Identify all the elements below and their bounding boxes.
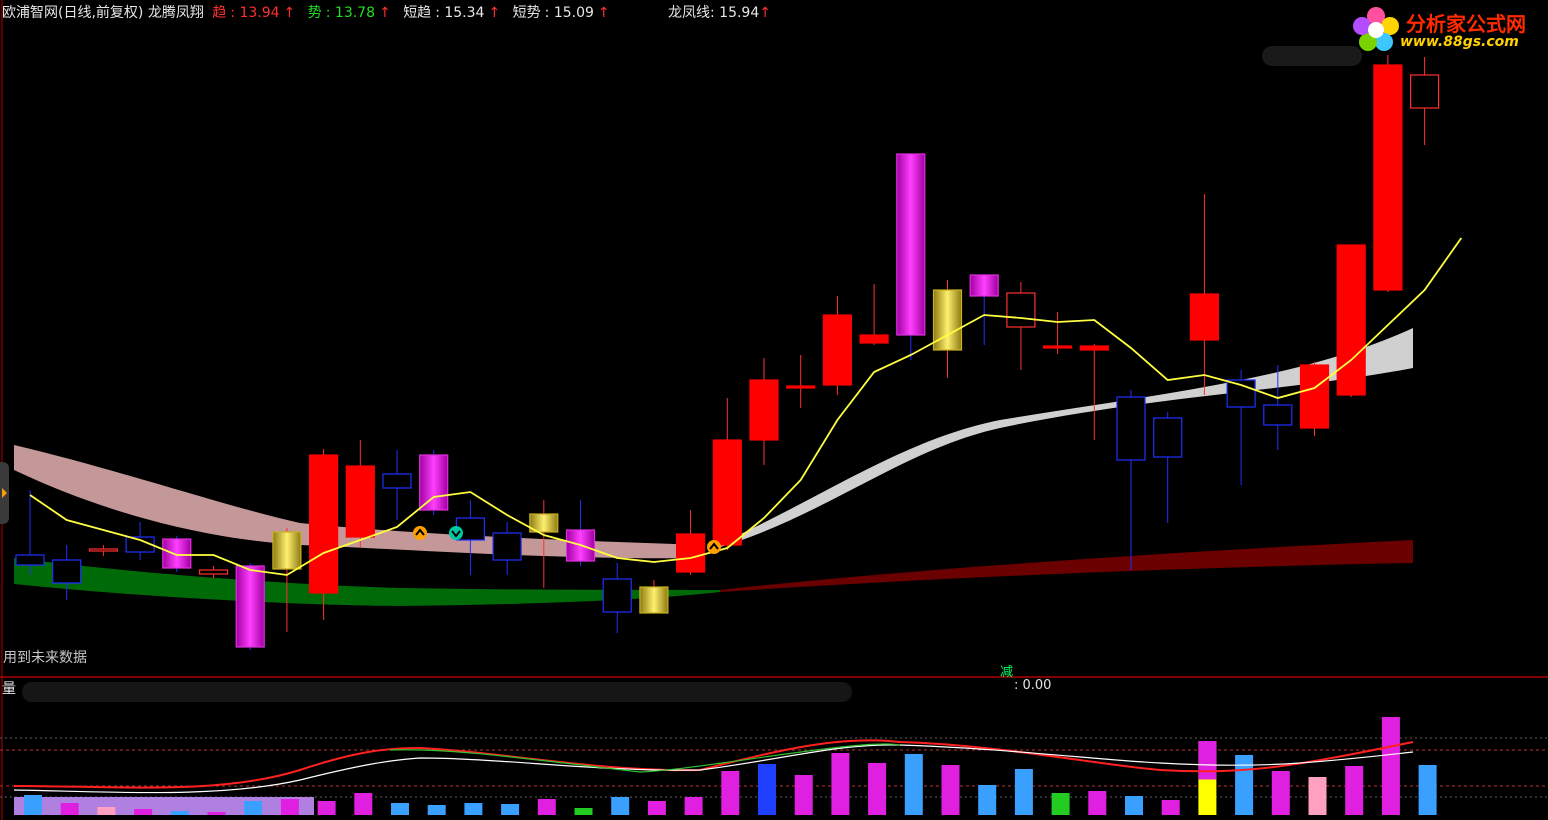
volume-bar	[354, 793, 373, 815]
blurred-label	[1262, 46, 1362, 66]
trend-band-red	[720, 540, 1413, 592]
candle-body	[1299, 364, 1330, 429]
volume-bar	[684, 797, 703, 815]
candle-body	[1409, 74, 1440, 109]
volume-bar	[537, 799, 556, 815]
volume-bar	[427, 805, 446, 815]
buy-signal-icon	[413, 526, 427, 540]
candle-body	[1373, 64, 1403, 291]
candle-body	[1263, 404, 1293, 426]
candle-body	[272, 531, 302, 570]
chart-header: 欧浦智网(日线,前复权) 龙腾凤翔 趋: 13.94 ↑ 势: 13.78 ↑ 短趋…	[2, 2, 618, 22]
candle-body	[1336, 244, 1366, 396]
side-panel-toggle[interactable]	[0, 462, 9, 524]
candle-body	[345, 465, 375, 538]
candle-body	[309, 454, 339, 594]
candle-body	[1226, 379, 1256, 408]
trend-band-pink	[14, 445, 300, 545]
volume-bar	[97, 807, 116, 815]
volume-bar	[170, 811, 189, 815]
volume-bar	[1088, 791, 1107, 815]
candle-body	[419, 454, 449, 511]
candle-body	[749, 379, 779, 441]
volume-bar	[1345, 766, 1364, 815]
candle-body	[639, 586, 669, 614]
volume-bar	[24, 795, 42, 815]
volume-bar	[941, 765, 960, 815]
volume-bar	[501, 804, 520, 815]
volume-bar	[207, 812, 226, 815]
volume-bar	[60, 803, 79, 815]
blurred-indicator-text	[22, 682, 852, 702]
candle-body	[88, 548, 119, 552]
volume-ma-green	[389, 743, 901, 773]
volume-bar	[1198, 741, 1217, 780]
indicator-momentum: 势: 13.78 ↑	[307, 5, 391, 21]
candle-body	[1153, 417, 1183, 458]
candle-body	[382, 473, 412, 489]
candle-body	[712, 439, 742, 546]
candle-body	[896, 153, 926, 336]
indicator-dragon-line: 龙凤线: 15.94↑	[668, 5, 771, 21]
candle-body	[52, 559, 82, 584]
volume-bar	[794, 775, 813, 815]
site-logo[interactable]: 分析家公式网 www.88gs.com	[1350, 4, 1540, 56]
future-data-warning: 用到未来数据	[3, 650, 87, 666]
volume-bar	[391, 803, 409, 815]
volume-bar	[1381, 717, 1400, 815]
volume-area	[14, 797, 314, 815]
indicator-short-momentum: 短势: 15.09 ↑	[512, 5, 610, 21]
volume-bar	[464, 803, 483, 815]
volume-bar	[721, 771, 740, 815]
volume-bar	[868, 763, 887, 815]
trend-band-grey	[710, 328, 1413, 550]
volume-bar	[134, 809, 153, 815]
volume-bar	[1125, 796, 1143, 815]
candle-body	[15, 554, 45, 566]
volume-bar	[758, 764, 776, 815]
candle-body	[859, 334, 889, 344]
volume-bar	[1418, 765, 1437, 815]
volume-bar	[1161, 800, 1180, 815]
volume-bar	[1051, 793, 1070, 815]
indicator-short-trend: 短趋: 15.34 ↑	[403, 5, 501, 21]
candle-body	[1079, 345, 1109, 351]
volume-bar	[280, 799, 299, 815]
candle-body	[969, 274, 999, 297]
header-title: 欧浦智网(日线,前复权) 龙腾凤翔	[2, 5, 204, 21]
candle-body	[822, 314, 853, 386]
candle-body	[602, 578, 632, 613]
candle-body	[235, 565, 265, 648]
reduce-marker: 减	[1000, 665, 1014, 680]
indicator-trend: 趋: 13.94 ↑	[212, 5, 296, 21]
candle-body	[1042, 345, 1073, 349]
volume-bar	[904, 754, 923, 815]
volume-bar	[647, 801, 666, 815]
candle-body	[1189, 293, 1220, 341]
candle-body	[1006, 292, 1036, 328]
volume-bar	[831, 753, 850, 815]
volume-bar	[978, 785, 997, 815]
volume-bar	[1014, 769, 1033, 815]
volume-bar	[1308, 777, 1327, 815]
volume-bar	[611, 797, 630, 815]
volume-bar	[317, 801, 336, 815]
sell-signal-icon	[449, 526, 463, 540]
volume-bar	[1235, 755, 1254, 815]
buy-signal-icon	[707, 540, 721, 554]
volume-bar	[244, 801, 263, 815]
volume-bar	[1271, 771, 1290, 815]
candle-body	[492, 532, 522, 561]
logo-url: www.88gs.com	[1400, 34, 1519, 50]
candle-body	[1116, 396, 1146, 461]
logo-title: 分析家公式网	[1406, 12, 1526, 36]
candle-body	[786, 385, 816, 389]
candle-body	[198, 569, 229, 575]
candle-body	[675, 533, 706, 573]
volume-bar	[574, 808, 593, 815]
volume-value: : 0.00	[1014, 678, 1052, 693]
candle-body	[162, 538, 192, 569]
volume-title: 量	[2, 681, 16, 697]
